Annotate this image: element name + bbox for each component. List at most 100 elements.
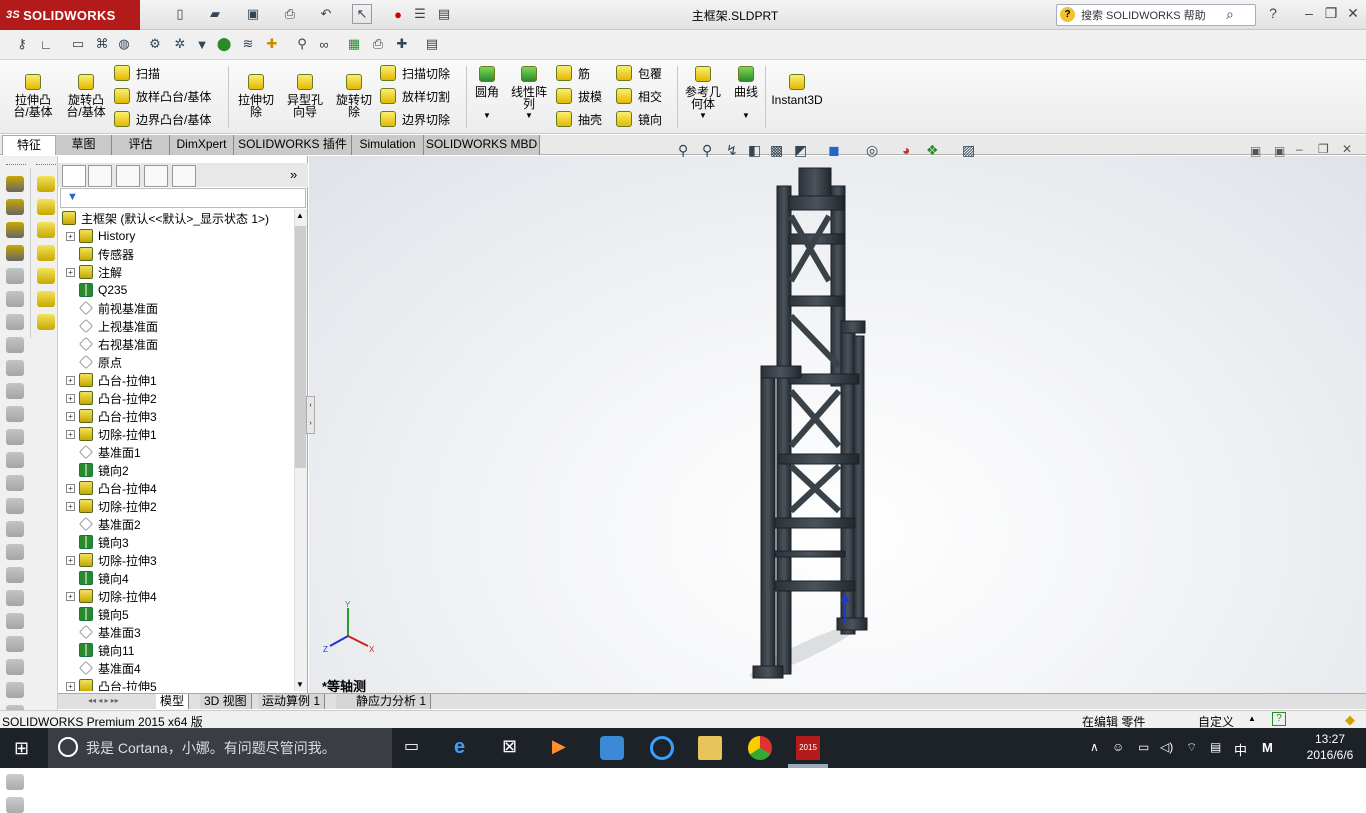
settings-gear-icon[interactable]: ⚙ bbox=[145, 34, 165, 54]
strip-grip[interactable] bbox=[36, 164, 56, 167]
strip-boundary-icon[interactable] bbox=[6, 268, 24, 284]
strip-mate-icon[interactable] bbox=[6, 636, 24, 652]
frame-model-3d[interactable] bbox=[309, 156, 1366, 693]
hole-wizard-button[interactable]: 异型孔 向导 bbox=[282, 74, 328, 118]
strip-rib-icon[interactable] bbox=[6, 337, 24, 353]
help-menu-icon[interactable]: ? bbox=[1262, 5, 1284, 23]
strip-sketch-tool-icon[interactable] bbox=[37, 199, 55, 215]
tree-item[interactable]: + 凸台-拉伸3 bbox=[66, 407, 157, 425]
swept-cut-button[interactable]: 扫描切除 bbox=[380, 63, 450, 83]
strip-coord-icon[interactable] bbox=[6, 613, 24, 629]
configurationmanager-tab-icon[interactable] bbox=[116, 165, 140, 187]
tree-item[interactable]: 右视基准面 bbox=[66, 335, 158, 353]
strip-pattern-icon[interactable] bbox=[6, 429, 24, 445]
revolved-boss-button[interactable]: 旋转凸 台/基体 bbox=[60, 74, 112, 118]
file-properties-icon[interactable]: ☰ bbox=[410, 4, 430, 24]
strip-shell-icon[interactable] bbox=[6, 383, 24, 399]
sketch-corner-icon[interactable]: ∟ bbox=[36, 34, 56, 54]
expand-toggle-icon[interactable]: + bbox=[66, 411, 75, 421]
action-center-icon[interactable]: ▤ bbox=[1210, 740, 1221, 754]
expand-toggle-icon[interactable]: + bbox=[66, 231, 75, 241]
expand-toggle-icon[interactable]: + bbox=[66, 393, 75, 403]
tree-item[interactable]: 镜向11 bbox=[66, 641, 134, 659]
spring-icon[interactable]: ≋ bbox=[238, 34, 258, 54]
edge-browser-icon[interactable]: e bbox=[454, 736, 478, 760]
expand-toggle-icon[interactable]: + bbox=[66, 483, 75, 493]
expand-toggle-icon[interactable]: + bbox=[66, 501, 75, 511]
strip-point-icon[interactable] bbox=[6, 590, 24, 606]
strip-sketch-tool-icon[interactable] bbox=[37, 176, 55, 192]
search-icon[interactable]: ⌕ bbox=[1226, 6, 1234, 23]
network-icon[interactable]: ⌘ bbox=[92, 34, 112, 54]
tree-item[interactable]: 镜向5 bbox=[66, 605, 129, 623]
show-hidden-icons-icon[interactable]: ∧ bbox=[1090, 740, 1099, 754]
mirror-button[interactable]: 镜向 bbox=[616, 109, 662, 129]
strip-draft-icon[interactable] bbox=[6, 360, 24, 376]
tab-scroll-arrows-icon[interactable]: ◂◂ ◂ ▸ ▸▸ bbox=[88, 696, 119, 705]
strip-grip[interactable] bbox=[6, 164, 26, 167]
help-icon[interactable]: ? bbox=[1272, 712, 1286, 726]
globe-icon[interactable]: ◍ bbox=[114, 34, 134, 54]
tree-root[interactable]: 主框架 (默认<<默认>_显示状态 1>) bbox=[62, 209, 269, 227]
new-document-icon[interactable]: ▯ bbox=[170, 4, 190, 24]
binoculars-icon[interactable]: ∞ bbox=[314, 34, 334, 54]
tree-item[interactable]: 镜向2 bbox=[66, 461, 129, 479]
expand-toggle-icon[interactable]: + bbox=[66, 555, 75, 565]
chat-app-icon[interactable] bbox=[600, 736, 624, 760]
windows-start-icon[interactable]: ⊞ bbox=[14, 738, 34, 758]
select-arrow-icon[interactable]: ↖ bbox=[352, 4, 372, 24]
spreadsheet-icon[interactable]: ▦ bbox=[344, 34, 364, 54]
battery-icon[interactable]: ▭ bbox=[1138, 740, 1149, 754]
loft-boss-button[interactable]: 放样凸台/基体 bbox=[114, 86, 211, 106]
sweep-button[interactable]: 扫描 bbox=[114, 63, 160, 83]
lofted-cut-button[interactable]: 放样切割 bbox=[380, 86, 450, 106]
strip-revolve-icon[interactable] bbox=[6, 199, 24, 215]
revolved-cut-button[interactable]: 旋转切 除 bbox=[330, 74, 378, 118]
tree-item[interactable]: + 凸台-拉伸5 bbox=[66, 677, 157, 691]
tab-model[interactable]: 模型 bbox=[156, 694, 190, 709]
strip-section-icon[interactable] bbox=[6, 682, 24, 698]
tab-3d-views[interactable]: 3D 视图 bbox=[200, 694, 252, 709]
media-player-icon[interactable]: ▶ bbox=[552, 736, 576, 760]
strip-sketch-tool-icon[interactable] bbox=[37, 314, 55, 330]
ime-mode-indicator[interactable]: M bbox=[1262, 740, 1273, 755]
tree-item[interactable]: 传感器 bbox=[66, 245, 134, 263]
printer-icon[interactable]: ⎙ bbox=[368, 34, 388, 54]
strip-mirror-icon[interactable] bbox=[6, 406, 24, 422]
curves-dropdown-icon[interactable]: ▼ bbox=[730, 110, 762, 122]
scroll-up-icon[interactable]: ▲ bbox=[296, 211, 304, 220]
viewport-restore-icon[interactable]: ❐ bbox=[1318, 142, 1329, 156]
strip-intersect-icon[interactable] bbox=[6, 498, 24, 514]
tree-item[interactable]: + 注解 bbox=[66, 263, 122, 281]
tree-item[interactable]: 镜向3 bbox=[66, 533, 129, 551]
tree-item[interactable]: 基准面3 bbox=[66, 623, 141, 641]
strip-measure-icon[interactable] bbox=[6, 659, 24, 675]
rebuild-icon[interactable]: ● bbox=[388, 4, 408, 24]
strip-sketch-tool-icon[interactable] bbox=[37, 291, 55, 307]
save-icon[interactable]: ▣ bbox=[243, 4, 263, 24]
tree-item[interactable]: + 凸台-拉伸4 bbox=[66, 479, 157, 497]
store-icon[interactable]: ⊠ bbox=[502, 736, 526, 760]
open-folder-icon[interactable]: ▰ bbox=[205, 4, 225, 24]
wrap-button[interactable]: 包覆 bbox=[616, 63, 662, 83]
user-icon[interactable]: ☺ bbox=[1112, 740, 1124, 754]
table-icon[interactable]: ▤ bbox=[422, 34, 442, 54]
expand-toggle-icon[interactable]: + bbox=[66, 267, 75, 277]
tab-mbd[interactable]: SOLIDWORKS MBD bbox=[424, 135, 540, 155]
notification-icon[interactable]: ◆ bbox=[1345, 712, 1355, 728]
extruded-cut-button[interactable]: 拉伸切 除 bbox=[232, 74, 280, 118]
tree-item[interactable]: 原点 bbox=[66, 353, 122, 371]
shell-button[interactable]: 抽壳 bbox=[556, 109, 602, 129]
expand-toggle-icon[interactable]: + bbox=[66, 429, 75, 439]
system-clock[interactable]: 13:27 2016/6/6 bbox=[1294, 731, 1366, 763]
gear-cluster-icon[interactable]: ✲ bbox=[170, 34, 190, 54]
boundary-cut-button[interactable]: 边界切除 bbox=[380, 109, 450, 129]
tab-static-study[interactable]: 静应力分析 1 bbox=[336, 694, 432, 709]
monitor-icon[interactable]: ▭ bbox=[68, 34, 88, 54]
funnel-icon[interactable]: ▼ bbox=[192, 34, 212, 54]
tree-item[interactable]: 前视基准面 bbox=[66, 299, 158, 317]
tab-motion-study[interactable]: 运动算例 1 bbox=[258, 694, 326, 709]
units-dropdown-icon[interactable]: ▲ bbox=[1248, 714, 1256, 723]
display-manager-tab-icon[interactable] bbox=[172, 165, 196, 187]
ime-language-indicator[interactable]: 中 bbox=[1234, 740, 1247, 759]
